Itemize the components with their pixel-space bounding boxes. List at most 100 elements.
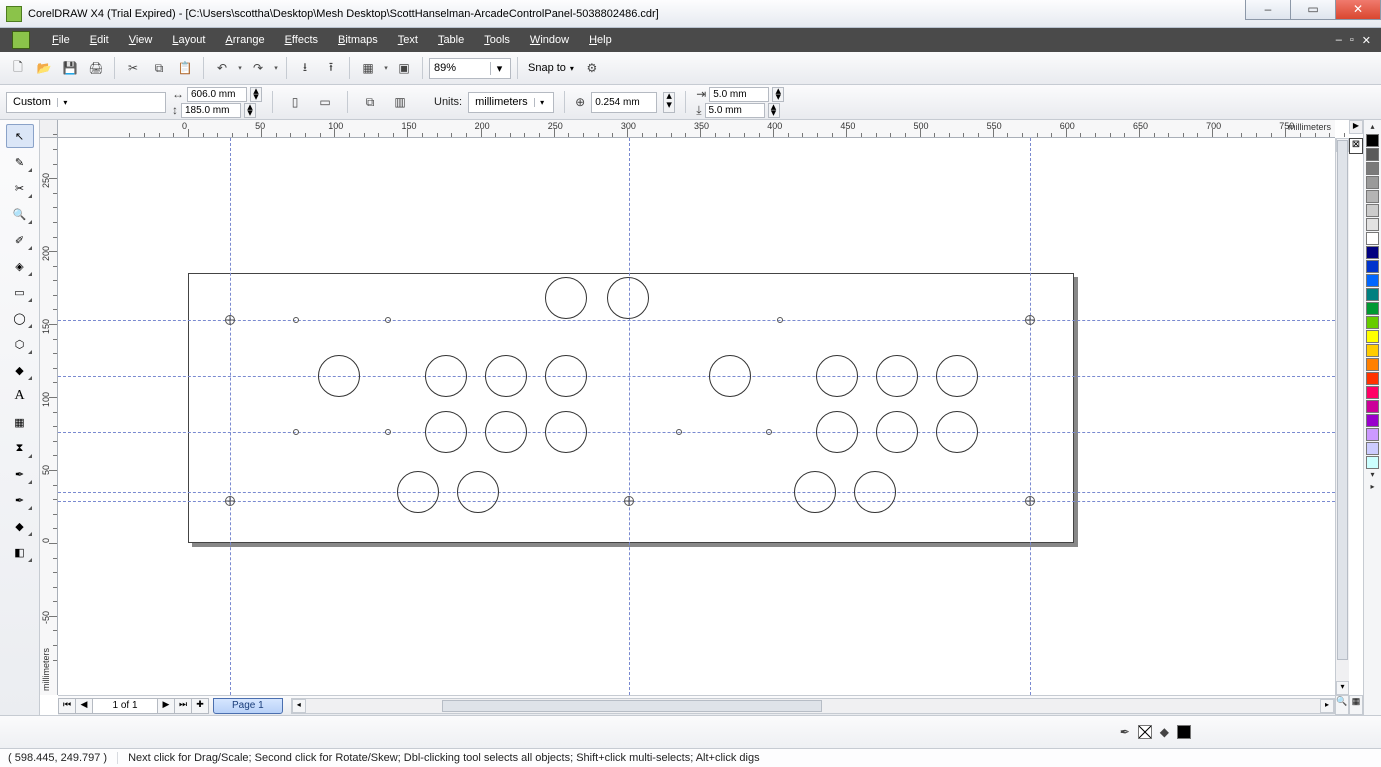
circle-object[interactable] [545, 277, 587, 319]
options-button[interactable]: ⚙ [580, 56, 604, 80]
first-page-button[interactable]: ⏮ [58, 698, 76, 714]
menu-table[interactable]: Table [430, 31, 472, 49]
import-button[interactable]: ⭳ [293, 56, 317, 80]
menu-text[interactable]: Text [390, 31, 426, 49]
circle-object[interactable] [854, 471, 896, 513]
swatch[interactable] [1366, 288, 1379, 301]
polygon-tool[interactable]: ⬡ [6, 332, 34, 356]
circle-object[interactable] [545, 355, 587, 397]
swatch[interactable] [1366, 134, 1379, 147]
circle-object[interactable] [607, 277, 649, 319]
allpages-button[interactable]: ⧉ [358, 90, 382, 114]
fill-tool[interactable]: ◆ [6, 514, 34, 538]
small-hole[interactable] [385, 317, 391, 323]
guideline-v[interactable] [230, 138, 231, 695]
ruler-play-button[interactable]: ▶ [1349, 120, 1363, 134]
open-button[interactable]: 📂 [32, 56, 56, 80]
new-button[interactable]: 🗋 [6, 56, 30, 80]
swatch[interactable] [1366, 400, 1379, 413]
scroll-left-button[interactable]: ◂ [292, 699, 306, 713]
print-button[interactable]: 🖨 [84, 56, 108, 80]
swatch[interactable] [1366, 316, 1379, 329]
circle-object[interactable] [318, 355, 360, 397]
shape-tool[interactable]: ✎ [6, 150, 34, 174]
circle-object[interactable] [485, 411, 527, 453]
menu-file[interactable]: File [44, 31, 78, 49]
outline-tool[interactable]: ✒ [6, 488, 34, 512]
vertical-ruler[interactable]: millimeters -50050100150200250 [40, 138, 58, 695]
dupx-spinner[interactable]: ▴▾ [772, 87, 784, 102]
scroll-right-button[interactable]: ▸ [1320, 699, 1334, 713]
pick-tool[interactable]: ↖ [6, 124, 34, 148]
no-color-swatch[interactable]: ⊠ [1349, 138, 1363, 154]
vscroll-thumb[interactable] [1337, 140, 1348, 660]
welcome-button[interactable]: ▣ [392, 56, 416, 80]
swatch[interactable] [1366, 442, 1379, 455]
registration-mark[interactable] [225, 315, 235, 325]
mdi-restore-button[interactable]: ▫ [1350, 34, 1354, 47]
copy-button[interactable]: ⧉ [147, 56, 171, 80]
small-hole[interactable] [777, 317, 783, 323]
palette-down-button[interactable]: ▾ [1366, 470, 1379, 482]
close-button[interactable]: ✕ [1335, 0, 1381, 20]
nudge-input[interactable]: 0.254 mm [591, 92, 657, 113]
smartfill-tool[interactable]: ◈ [6, 254, 34, 278]
swatch[interactable] [1366, 218, 1379, 231]
horizontal-ruler[interactable]: millimeters 0501001502002503003504004505… [58, 120, 1335, 138]
dupx-input[interactable]: 5.0 mm [709, 87, 769, 102]
interactive-tool[interactable]: ⧗ [6, 436, 34, 460]
hscroll-thumb[interactable] [442, 700, 822, 712]
page-tab[interactable]: Page 1 [213, 698, 283, 714]
menu-window[interactable]: Window [522, 31, 577, 49]
last-page-button[interactable]: ⏭ [174, 698, 192, 714]
interactivefill-tool[interactable]: ◧ [6, 540, 34, 564]
guideline-v[interactable] [629, 138, 630, 695]
circle-object[interactable] [876, 411, 918, 453]
redo-flyout[interactable] [272, 56, 280, 80]
swatch[interactable] [1366, 386, 1379, 399]
registration-mark[interactable] [1025, 496, 1035, 506]
swatch[interactable] [1366, 148, 1379, 161]
small-hole[interactable] [676, 429, 682, 435]
swatch[interactable] [1366, 358, 1379, 371]
navigator-button[interactable]: 🔍 [1335, 695, 1349, 715]
zoom-input[interactable] [430, 62, 490, 74]
swatch[interactable] [1366, 232, 1379, 245]
portrait-button[interactable]: ▯ [283, 90, 307, 114]
vertical-scrollbar[interactable]: ▴ ▾ [1335, 138, 1349, 695]
mdi-close-button[interactable]: ✕ [1362, 34, 1371, 47]
scroll-down-button[interactable]: ▾ [1336, 681, 1349, 695]
cut-button[interactable]: ✂ [121, 56, 145, 80]
menu-effects[interactable]: Effects [277, 31, 326, 49]
next-page-button[interactable]: ▶ [157, 698, 175, 714]
units-combo[interactable]: millimeters ▾ [468, 92, 554, 113]
redo-button[interactable]: ↷ [246, 56, 270, 80]
circle-object[interactable] [485, 355, 527, 397]
guideline-h[interactable] [58, 320, 1335, 321]
minimize-button[interactable]: – [1245, 0, 1291, 20]
swatch[interactable] [1366, 428, 1379, 441]
swatch[interactable] [1366, 344, 1379, 357]
swatch[interactable] [1366, 330, 1379, 343]
registration-mark[interactable] [624, 496, 634, 506]
small-hole[interactable] [293, 429, 299, 435]
swatch[interactable] [1366, 162, 1379, 175]
chevron-down-icon[interactable]: ▾ [534, 98, 550, 107]
circle-object[interactable] [816, 355, 858, 397]
basicshapes-tool[interactable]: ◆ [6, 358, 34, 382]
undo-button[interactable]: ↶ [210, 56, 234, 80]
small-hole[interactable] [293, 317, 299, 323]
registration-mark[interactable] [1025, 315, 1035, 325]
zoom-dropdown[interactable]: ▾ [490, 62, 508, 75]
menu-layout[interactable]: Layout [164, 31, 213, 49]
horizontal-scrollbar[interactable]: ◂ ▸ [291, 698, 1335, 714]
drawing-viewport[interactable] [58, 138, 1335, 695]
guideline-h[interactable] [58, 492, 1335, 493]
snapto-button[interactable]: Snap to ▾ [524, 56, 578, 80]
swatch[interactable] [1366, 260, 1379, 273]
menu-arrange[interactable]: Arrange [217, 31, 272, 49]
landscape-button[interactable]: ▭ [313, 90, 337, 114]
palette-up-button[interactable]: ▴ [1366, 122, 1379, 134]
paper-preset-combo[interactable]: Custom ▾ [6, 92, 166, 113]
chevron-down-icon[interactable]: ▾ [57, 98, 73, 107]
